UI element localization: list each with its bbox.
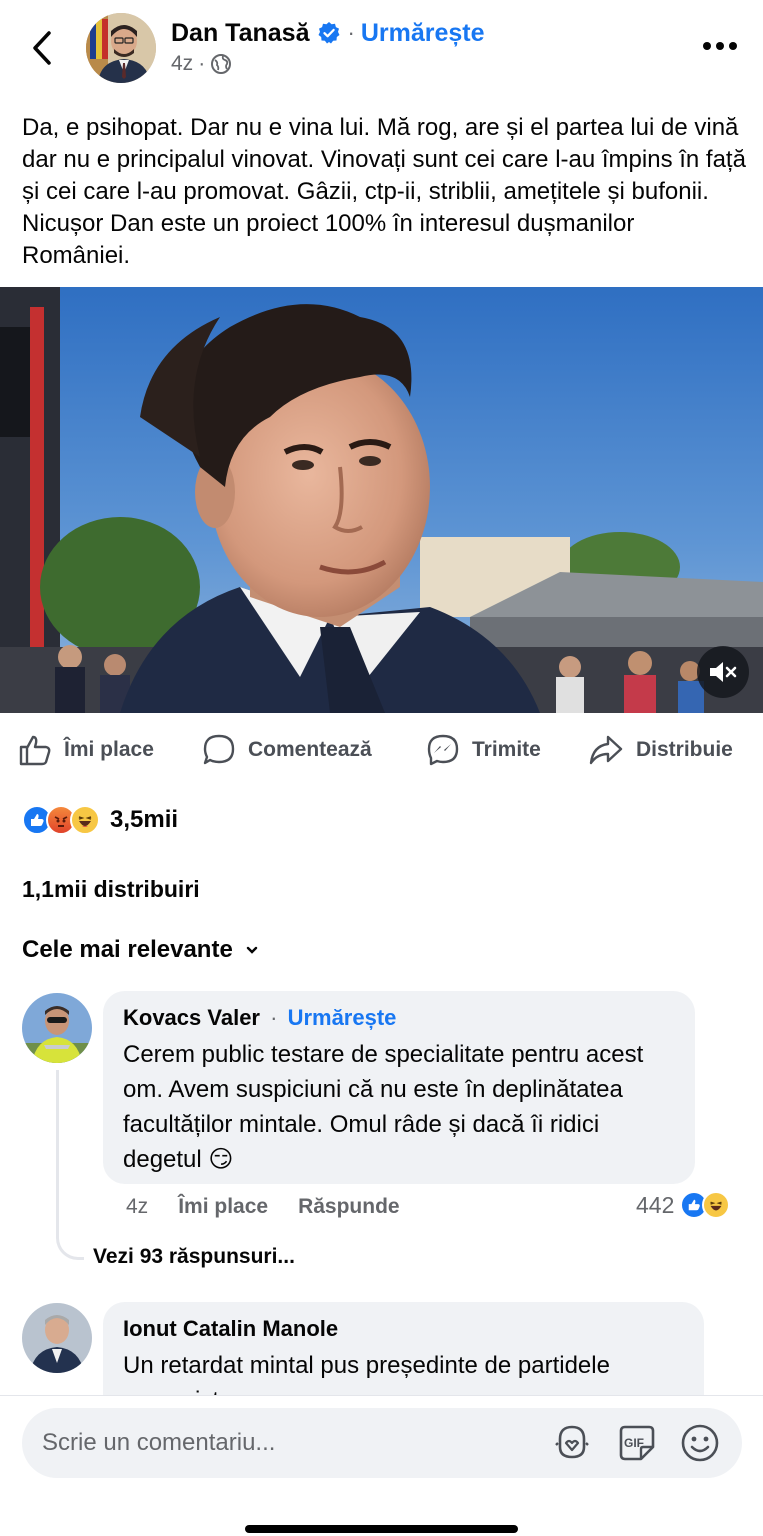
comment-time: 4z [126, 1195, 149, 1218]
sort-label: Cele mai relevante [22, 936, 233, 963]
comment-like-button[interactable]: Îmi place [178, 1195, 268, 1219]
commenter-avatar[interactable] [22, 1303, 92, 1373]
speaker-muted-icon [710, 662, 737, 682]
comment-bubble[interactable]: Kovacs Valer · Urmărește Cerem public te… [103, 991, 695, 1184]
comment-meta: 4z Îmi place Răspunde [126, 1195, 430, 1219]
avatar-sticker-icon [555, 1425, 589, 1459]
reaction-icons [22, 805, 100, 835]
comment-composer: GIF [22, 1408, 742, 1478]
share-label: Distribuie [636, 738, 733, 761]
chevron-left-icon [33, 31, 51, 65]
send-label: Trimite [472, 738, 541, 761]
comment-input[interactable] [42, 1408, 542, 1478]
back-button[interactable] [22, 24, 62, 72]
post-text: Da, e psihopat. Dar nu e vina lui. Mă ro… [22, 114, 746, 269]
commenter-avatar[interactable] [22, 993, 92, 1063]
globe-icon [211, 54, 232, 74]
comment-text: Cerem public testare de specialitate pen… [123, 1041, 644, 1173]
post-meta: 4z · [171, 52, 232, 76]
comment-sort-dropdown[interactable]: Cele mai relevante [22, 936, 259, 964]
follow-button[interactable]: Urmărește [361, 19, 485, 48]
commenter-name[interactable]: Ionut Catalin Manole [123, 1316, 338, 1341]
smiley-icon [681, 1424, 719, 1462]
share-button[interactable]: Distribuie [588, 722, 733, 778]
send-button[interactable]: Trimite [426, 722, 541, 778]
comment-composer-bar: GIF [0, 1395, 763, 1536]
commenter-name[interactable]: Kovacs Valer [123, 1005, 260, 1030]
more-options-button[interactable] [698, 28, 742, 64]
verified-badge-icon [318, 22, 340, 44]
author-line: Dan Tanasă · Urmărește [171, 16, 485, 50]
comment-header: Ionut Catalin Manole [123, 1316, 684, 1342]
comment-label: Comentează [248, 738, 372, 761]
author-name[interactable]: Dan Tanasă [171, 19, 309, 48]
chevron-down-icon [246, 946, 257, 954]
comment-header: Kovacs Valer · Urmărește [123, 1005, 675, 1031]
view-replies-link[interactable]: Vezi 93 răspunsuri... [93, 1245, 295, 1269]
post-header: Dan Tanasă · Urmărește 4z · [0, 0, 763, 95]
share-arrow-icon [589, 735, 623, 765]
gif-button[interactable]: GIF [617, 1423, 657, 1463]
haha-icon [702, 1191, 731, 1219]
comment-reactions[interactable]: 442 [636, 1191, 731, 1219]
video-frame [0, 287, 763, 713]
thumbs-up-icon [19, 735, 51, 766]
svg-text:GIF: GIF [624, 1436, 644, 1450]
post-time[interactable]: 4z [171, 52, 193, 76]
author-avatar[interactable] [86, 13, 156, 83]
reply-thread-line [56, 1070, 84, 1260]
messenger-icon [427, 734, 459, 766]
separator-dot: · [347, 20, 355, 45]
reactions-count: 3,5mii [110, 806, 179, 833]
like-label: Îmi place [64, 738, 154, 761]
home-indicator [245, 1525, 518, 1533]
shares-count[interactable]: 1,1mii distribuiri [22, 876, 200, 903]
gif-icon: GIF [619, 1425, 655, 1461]
reactions-summary[interactable]: 3,5mii [22, 803, 178, 837]
post-action-bar: Îmi place Comentează Trimite Distribuie [0, 722, 763, 778]
more-dots-icon [703, 42, 737, 50]
post-video[interactable] [0, 287, 763, 713]
comment-button[interactable]: Comentează [202, 722, 372, 778]
haha-icon [70, 805, 100, 835]
comment-bubble-icon [203, 734, 235, 765]
comment-reply-button[interactable]: Răspunde [298, 1195, 400, 1219]
separator-dot: · [198, 52, 206, 75]
like-button[interactable]: Îmi place [18, 722, 154, 778]
follow-commenter-button[interactable]: Urmărește [288, 1005, 397, 1030]
mute-toggle-button[interactable] [697, 646, 749, 698]
emoji-button[interactable] [680, 1423, 720, 1463]
comment-reactions-count: 442 [636, 1191, 675, 1218]
separator-dot: · [270, 1005, 278, 1030]
avatar-sticker-button[interactable] [552, 1423, 592, 1463]
